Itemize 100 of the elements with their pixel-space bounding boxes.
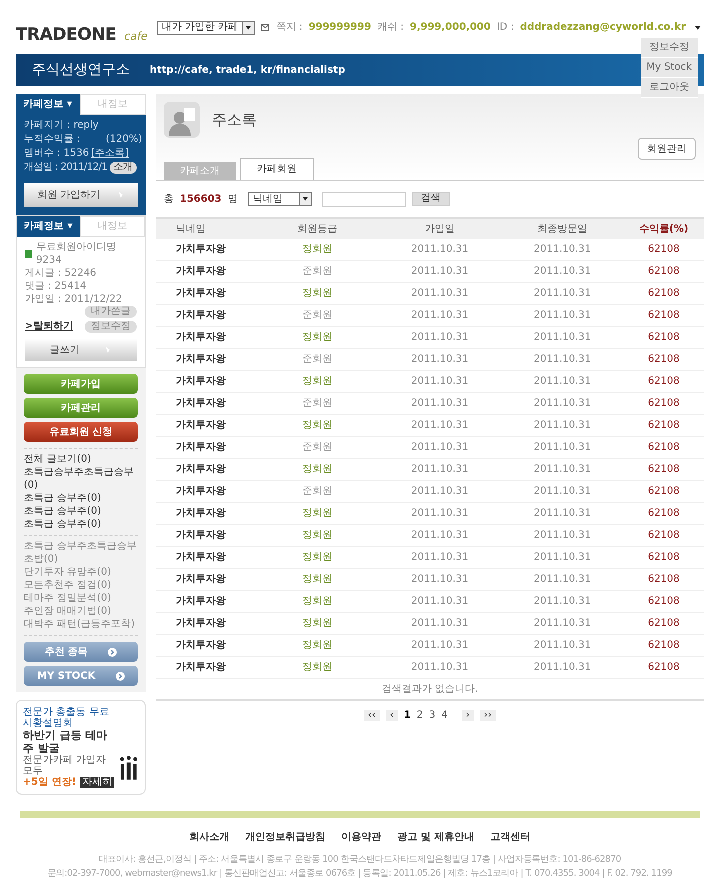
- sidebar-button[interactable]: 유료회원 신청: [24, 422, 138, 442]
- footer-link[interactable]: 광고 및 제휴안내: [398, 830, 474, 845]
- table-cell-text: 준회원: [301, 397, 334, 411]
- table-cell-text: 가치투자왕: [175, 243, 227, 257]
- logo-text[interactable]: TRADEONE: [16, 22, 116, 48]
- page-number[interactable]: 4: [442, 708, 448, 722]
- ad-title: 하반기 급등 테마주 발굴: [23, 729, 109, 755]
- table-cell-text: 2011.10.31: [533, 353, 592, 367]
- table-cell-text: 2011.10.31: [533, 573, 592, 587]
- board-link[interactable]: 초특급승부주초특급승부(0): [24, 466, 138, 492]
- member-manage-button[interactable]: 회원관리: [638, 138, 696, 160]
- table-cell-text: 가치투자왕: [175, 639, 227, 653]
- table-cell-text: 2011.10.31: [410, 243, 470, 257]
- first-page-button[interactable]: ‹‹: [364, 710, 380, 720]
- table-cell-text: 2011.10.31: [410, 551, 470, 565]
- footer-text: 대표이사: 홍선근,이정식 | 주소: 서울특별시 종로구 운랑동 100 한국스탠다드차타드제일은행빌딩 17층 | 사업자등록번호: 101-86-62870: [98, 854, 622, 867]
- table-cell-text: 2011.10.31: [533, 331, 592, 345]
- post-count: 게시글 : 52246: [25, 267, 98, 280]
- column-header: 수익률(%): [638, 222, 690, 236]
- table-cell-text: 2011.10.31: [533, 595, 592, 609]
- page-number[interactable]: 3: [429, 708, 436, 722]
- table-cell-text: 정회원: [301, 419, 334, 433]
- table-cell-text: 정회원: [301, 243, 334, 257]
- table-cell-text: 가치투자왕: [175, 463, 227, 477]
- field-select[interactable]: 닉네임: [248, 192, 312, 206]
- table-cell-text: 가치투자왕: [175, 331, 227, 345]
- prev-page-button[interactable]: ‹: [386, 710, 398, 720]
- table-cell-text: 62108: [647, 639, 681, 653]
- table-cell-text: 가치투자왕: [175, 287, 227, 301]
- cafe-url[interactable]: http://cafe, trade1, kr/financialistp: [150, 62, 346, 78]
- table-cell-text: 2011.10.31: [533, 243, 592, 257]
- table-cell-text: 2011.10.31: [410, 309, 470, 323]
- search-button[interactable]: 검색: [412, 192, 450, 206]
- table-cell-text: 2011.10.31: [533, 617, 592, 631]
- table-cell-text: 62108: [647, 529, 681, 543]
- table-cell-text: 62108: [647, 441, 681, 455]
- table-cell-text: 준회원: [301, 485, 334, 499]
- table-cell-text: 정회원: [301, 639, 334, 653]
- roster-link[interactable]: [주소록]: [91, 148, 129, 159]
- join-button[interactable]: 회원 가입하기: [24, 183, 138, 207]
- table-cell-text: 정회원: [301, 617, 334, 631]
- cash-value: 9,999,000,000: [410, 21, 491, 35]
- total-label: 총: [164, 192, 174, 206]
- ad-note: 전문가카페 가입자 모두: [23, 755, 108, 777]
- page-tab[interactable]: 카페회원: [240, 158, 314, 180]
- write-button[interactable]: 글쓰기: [25, 339, 137, 361]
- cafe-dropdown[interactable]: 내가 가입한 카페: [156, 20, 256, 34]
- table-cell-text: 2011.10.31: [410, 595, 470, 609]
- table-cell-text: 2011.10.31: [410, 639, 470, 653]
- page-number[interactable]: 1: [404, 708, 411, 722]
- intro-button[interactable]: 소개: [110, 162, 137, 174]
- table-cell-text: 2011.10.31: [410, 485, 470, 499]
- table-cell-text: 2011.10.31: [410, 397, 470, 411]
- table-cell-text: 62108: [647, 617, 681, 631]
- board-link[interactable]: 초특급 승부주(0): [24, 518, 138, 531]
- note-label: 쪽지 :: [276, 21, 303, 35]
- table-cell-text: 2011.10.31: [533, 485, 592, 499]
- table-cell-text: 가치투자왕: [175, 529, 227, 543]
- table-cell-text: 2011.10.31: [410, 265, 470, 279]
- table-cell-text: 2011.10.31: [533, 287, 592, 301]
- footer-link[interactable]: 개인정보취급방침: [246, 830, 326, 845]
- leave-link[interactable]: >탈퇴하기: [25, 320, 74, 333]
- footer-link[interactable]: 이용약관: [342, 830, 382, 845]
- table-cell-text: 준회원: [301, 441, 334, 455]
- table-cell-text: 2011.10.31: [410, 617, 470, 631]
- table-cell-text: 2011.10.31: [410, 353, 470, 367]
- board-link[interactable]: 전체 글보기(0): [24, 453, 138, 466]
- last-page-button[interactable]: ››: [480, 710, 496, 720]
- page-title: 주소록: [212, 110, 257, 131]
- table-cell-text: 가치투자왕: [175, 397, 227, 411]
- footer-link[interactable]: 고객센터: [490, 830, 530, 845]
- footer-link[interactable]: 회사소개: [190, 830, 230, 845]
- ad-bonus: +5일 연장!: [23, 777, 76, 788]
- table-cell-text: 정회원: [301, 661, 334, 675]
- next-page-button[interactable]: ›: [462, 710, 474, 720]
- board-link[interactable]: 초특급 승부주(0): [24, 505, 138, 518]
- table-cell-text: 2011.10.31: [410, 375, 470, 389]
- table-cell-text: 2011.10.31: [533, 309, 592, 323]
- table-cell-text: 62108: [647, 243, 681, 257]
- table-cell-text: 2011.10.31: [533, 529, 592, 543]
- join-date: 가입일 : 2011/12/22: [25, 293, 124, 306]
- table-cell-text: 가치투자왕: [175, 353, 227, 367]
- table-cell-text: 62108: [647, 507, 681, 521]
- ad-banner[interactable]: 전문가 총출동 무료 시황설명회 하반기 급등 테마주 발굴 전문가카페 가입자 모두 +5일 연장! 자세히: [16, 700, 146, 795]
- table-cell-text: 62108: [647, 595, 681, 609]
- table-cell-text: 가치투자왕: [175, 551, 227, 565]
- board-link[interactable]: 초특급 승부주(0): [24, 492, 138, 505]
- column-header: 닉네임: [175, 222, 207, 236]
- member-name: 무료회원아이디명 9234: [36, 241, 118, 267]
- table-cell-text: 준회원: [301, 309, 334, 323]
- table-cell-text: 62108: [647, 287, 681, 301]
- table-cell-text: 2011.10.31: [410, 463, 470, 477]
- info-text: 개설일 : 2011/12/1: [24, 161, 108, 175]
- table-cell-text: 2011.10.31: [410, 287, 470, 301]
- table-cell-text: 62108: [647, 265, 681, 279]
- sidebar-tab[interactable]: 카페정보 ▾: [17, 216, 80, 237]
- page-number[interactable]: 2: [416, 708, 424, 722]
- table-cell-text: 2011.10.31: [533, 639, 592, 653]
- table-cell-text: 2011.10.31: [533, 397, 592, 411]
- table-cell-text: 가치투자왕: [175, 617, 227, 631]
